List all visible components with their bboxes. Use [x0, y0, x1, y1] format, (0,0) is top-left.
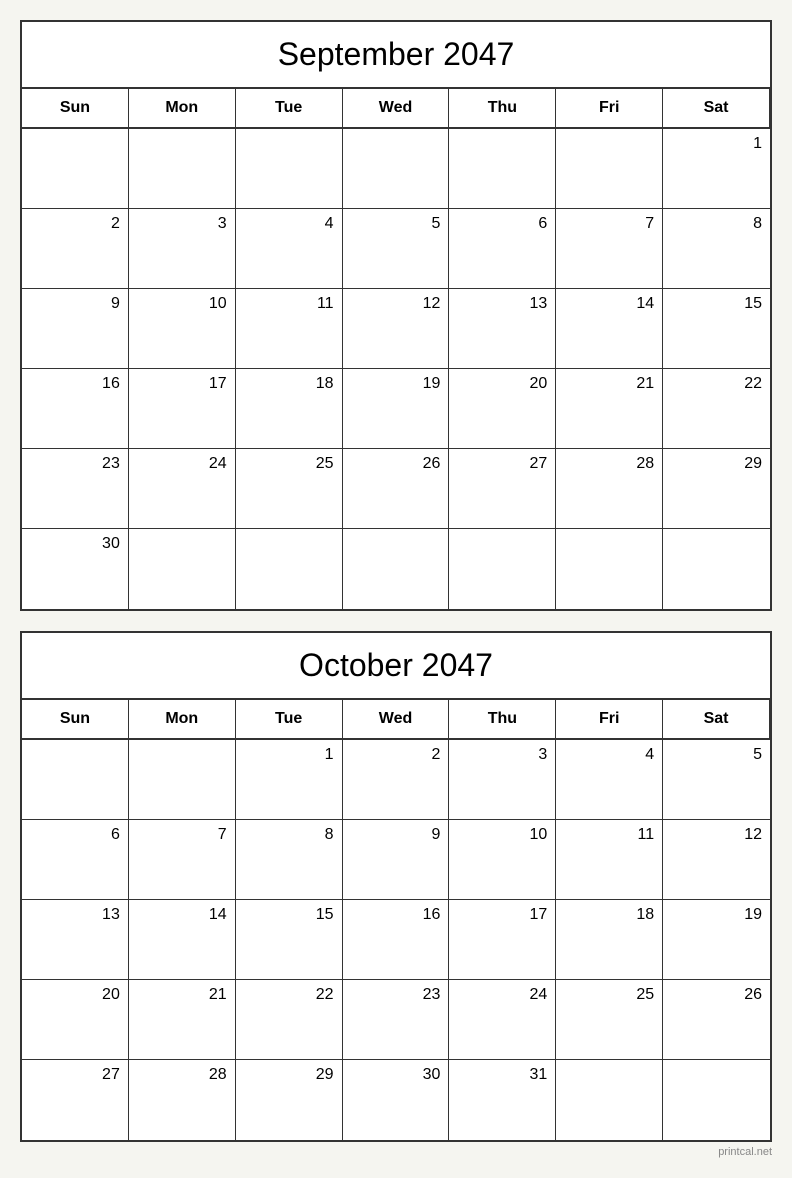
table-row: [556, 1060, 663, 1140]
table-row: 4: [236, 209, 343, 289]
table-row: 23: [22, 449, 129, 529]
table-row: 15: [236, 900, 343, 980]
september-grid: Sun Mon Tue Wed Thu Fri Sat 1 2 3 4 5 6 …: [22, 89, 770, 609]
table-row: [449, 529, 556, 609]
table-row: 3: [129, 209, 236, 289]
table-row: 25: [556, 980, 663, 1060]
table-row: 17: [129, 369, 236, 449]
table-row: [343, 129, 450, 209]
oct-header-mon: Mon: [129, 700, 236, 740]
table-row: 2: [343, 740, 450, 820]
table-row: 20: [449, 369, 556, 449]
table-row: 19: [663, 900, 770, 980]
table-row: 20: [22, 980, 129, 1060]
table-row: 14: [556, 289, 663, 369]
table-row: [129, 129, 236, 209]
table-row: 30: [22, 529, 129, 609]
table-row: [663, 1060, 770, 1140]
header-tue: Tue: [236, 89, 343, 129]
header-wed: Wed: [343, 89, 450, 129]
table-row: [22, 740, 129, 820]
table-row: [556, 129, 663, 209]
table-row: 18: [236, 369, 343, 449]
table-row: 3: [449, 740, 556, 820]
table-row: [343, 529, 450, 609]
table-row: [449, 129, 556, 209]
table-row: [129, 740, 236, 820]
table-row: [129, 529, 236, 609]
table-row: 7: [129, 820, 236, 900]
table-row: 9: [22, 289, 129, 369]
table-row: 7: [556, 209, 663, 289]
table-row: 16: [343, 900, 450, 980]
table-row: [556, 529, 663, 609]
table-row: 21: [556, 369, 663, 449]
table-row: 13: [449, 289, 556, 369]
table-row: 26: [343, 449, 450, 529]
table-row: 6: [22, 820, 129, 900]
table-row: 15: [663, 289, 770, 369]
watermark: printcal.net: [20, 1146, 772, 1158]
table-row: 23: [343, 980, 450, 1060]
table-row: 11: [236, 289, 343, 369]
table-row: 1: [663, 129, 770, 209]
september-title: September 2047: [22, 22, 770, 89]
header-fri: Fri: [556, 89, 663, 129]
table-row: 29: [236, 1060, 343, 1140]
table-row: [22, 129, 129, 209]
table-row: 27: [449, 449, 556, 529]
table-row: 26: [663, 980, 770, 1060]
october-grid: Sun Mon Tue Wed Thu Fri Sat 1 2 3 4 5 6 …: [22, 700, 770, 1140]
table-row: 1: [236, 740, 343, 820]
table-row: 28: [129, 1060, 236, 1140]
table-row: 22: [663, 369, 770, 449]
table-row: 22: [236, 980, 343, 1060]
table-row: 30: [343, 1060, 450, 1140]
table-row: 19: [343, 369, 450, 449]
table-row: 5: [663, 740, 770, 820]
table-row: [236, 129, 343, 209]
oct-header-sun: Sun: [22, 700, 129, 740]
table-row: 17: [449, 900, 556, 980]
oct-header-thu: Thu: [449, 700, 556, 740]
oct-header-sat: Sat: [663, 700, 770, 740]
header-thu: Thu: [449, 89, 556, 129]
table-row: 11: [556, 820, 663, 900]
table-row: 16: [22, 369, 129, 449]
table-row: 12: [343, 289, 450, 369]
october-calendar: October 2047 Sun Mon Tue Wed Thu Fri Sat…: [20, 631, 772, 1142]
table-row: 4: [556, 740, 663, 820]
table-row: 12: [663, 820, 770, 900]
oct-header-fri: Fri: [556, 700, 663, 740]
header-mon: Mon: [129, 89, 236, 129]
table-row: 24: [449, 980, 556, 1060]
table-row: 10: [449, 820, 556, 900]
table-row: [663, 529, 770, 609]
oct-header-tue: Tue: [236, 700, 343, 740]
table-row: 24: [129, 449, 236, 529]
table-row: 29: [663, 449, 770, 529]
header-sun: Sun: [22, 89, 129, 129]
table-row: 8: [236, 820, 343, 900]
table-row: 13: [22, 900, 129, 980]
table-row: 5: [343, 209, 450, 289]
table-row: 18: [556, 900, 663, 980]
table-row: 8: [663, 209, 770, 289]
october-title: October 2047: [22, 633, 770, 700]
table-row: 31: [449, 1060, 556, 1140]
table-row: 6: [449, 209, 556, 289]
table-row: 28: [556, 449, 663, 529]
table-row: 14: [129, 900, 236, 980]
oct-header-wed: Wed: [343, 700, 450, 740]
table-row: 9: [343, 820, 450, 900]
september-calendar: September 2047 Sun Mon Tue Wed Thu Fri S…: [20, 20, 772, 611]
table-row: 27: [22, 1060, 129, 1140]
table-row: 25: [236, 449, 343, 529]
table-row: [236, 529, 343, 609]
table-row: 21: [129, 980, 236, 1060]
table-row: 2: [22, 209, 129, 289]
header-sat: Sat: [663, 89, 770, 129]
table-row: 10: [129, 289, 236, 369]
